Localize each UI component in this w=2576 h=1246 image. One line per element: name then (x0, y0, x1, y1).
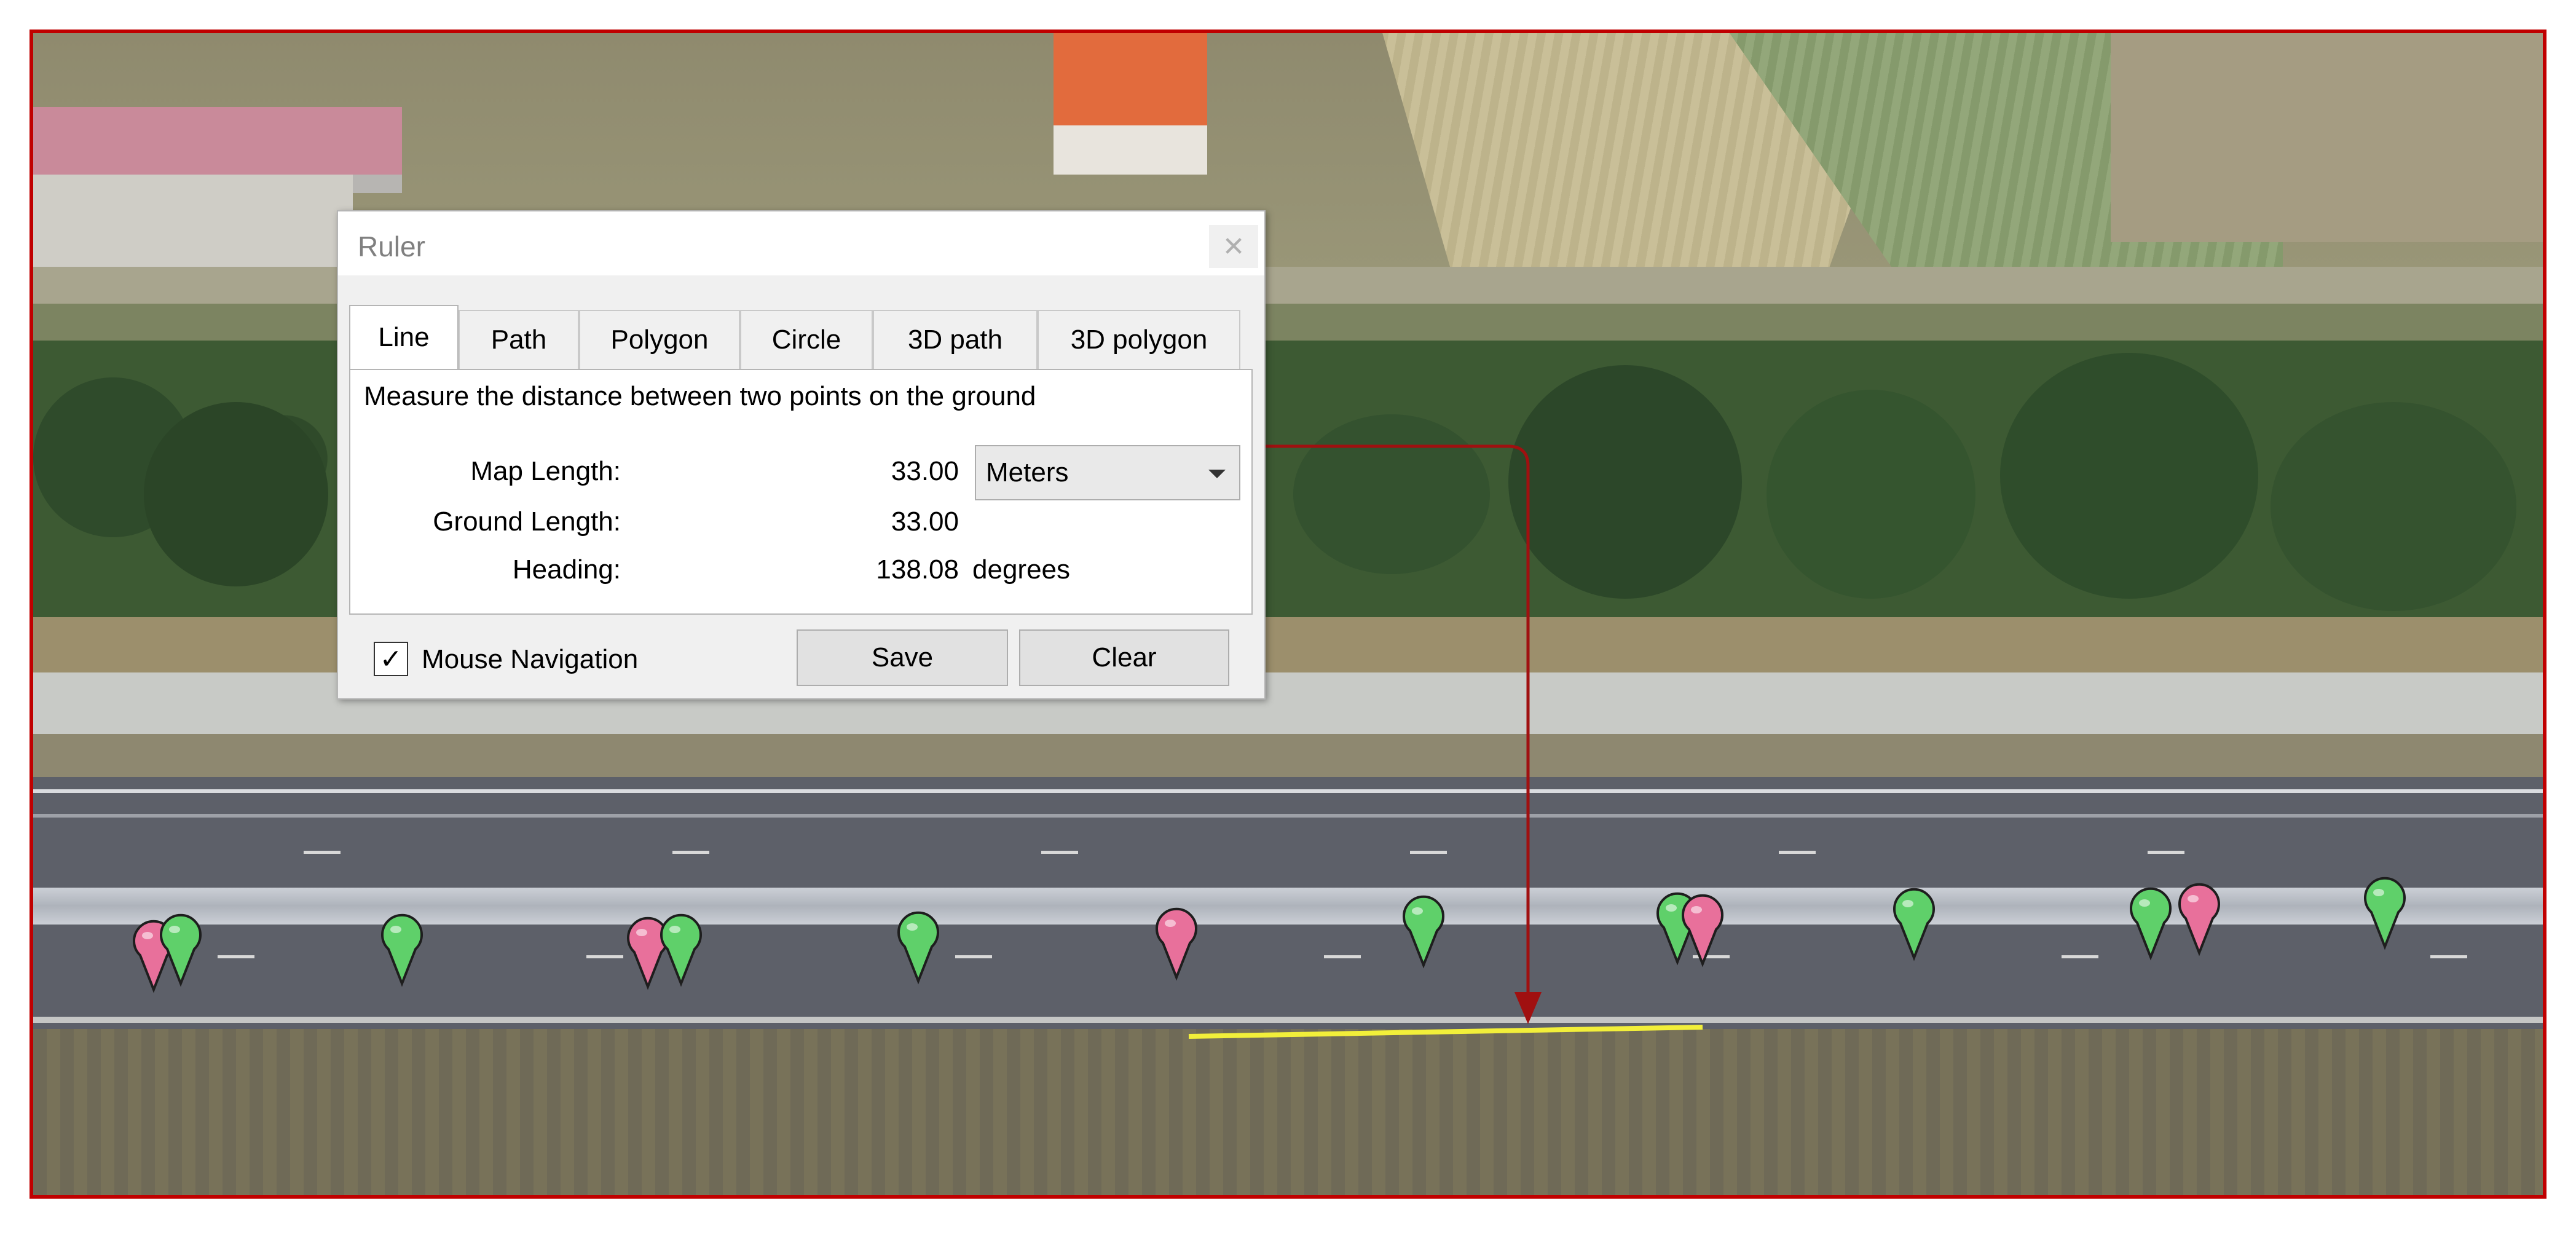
line-tab-panel: Measure the distance between two points … (349, 369, 1253, 615)
units-dropdown[interactable]: Meters (975, 445, 1240, 500)
ground-length-label: Ground Length: (433, 507, 621, 537)
map-placemark-marker[interactable] (1400, 894, 1447, 969)
dialog-titlebar[interactable]: Ruler ✕ (338, 211, 1264, 275)
map-pin-icon (897, 911, 939, 985)
lane-dash (955, 955, 992, 958)
lane-line (33, 814, 2543, 818)
map-length-value: 33.00 (891, 456, 959, 486)
map-pin-icon (1682, 894, 1723, 968)
map-pin-icon (2178, 883, 2220, 956)
lane-dash (586, 955, 623, 958)
checkmark-icon: ✓ (379, 644, 403, 674)
tree (144, 402, 328, 586)
map-pin-icon (1893, 888, 1935, 961)
aerial-map-view[interactable]: Ruler ✕ Line Path Polygon Circle 3D path… (33, 33, 2543, 1195)
map-placemark-marker[interactable] (2127, 886, 2174, 961)
tab-path[interactable]: Path (459, 310, 579, 369)
tree (1767, 390, 1975, 599)
house-roof (1054, 33, 1207, 125)
lane-dash (218, 955, 254, 958)
lane-dash (672, 851, 709, 854)
map-placemark-marker[interactable] (895, 910, 942, 985)
dialog-title: Ruler (358, 231, 425, 262)
map-pin-icon (660, 913, 702, 987)
map-placemark-marker[interactable] (379, 912, 425, 987)
heading-unit: degrees (972, 554, 1071, 585)
lane-dash (1410, 851, 1447, 854)
map-pin-icon (381, 913, 423, 987)
road-verge (33, 734, 2543, 777)
heading-value: 138.08 (876, 554, 959, 585)
tab-3d-path[interactable]: 3D path (873, 310, 1038, 369)
lane-dash (304, 851, 341, 854)
lane-line (33, 789, 2543, 793)
close-icon: ✕ (1222, 231, 1245, 262)
map-pin-icon (1156, 907, 1197, 981)
mouse-navigation-label[interactable]: Mouse Navigation (422, 644, 638, 675)
road-shoulder (33, 1017, 2543, 1023)
lane-dash (2430, 955, 2467, 958)
tree (1508, 365, 1742, 599)
tree (2000, 353, 2258, 599)
map-pin-icon (160, 913, 202, 987)
chevron-down-icon (1208, 470, 1226, 478)
map-length-label: Map Length: (470, 456, 621, 486)
units-selected-value: Meters (986, 457, 1069, 487)
map-placemark-marker[interactable] (1891, 886, 1937, 961)
close-button[interactable]: ✕ (1209, 225, 1258, 268)
map-pin-icon (1403, 895, 1444, 969)
ruler-dialog: Ruler ✕ Line Path Polygon Circle 3D path… (337, 210, 1266, 700)
tree (2271, 402, 2516, 611)
lane-dash (1779, 851, 1816, 854)
map-placemark-marker[interactable] (2361, 875, 2408, 950)
tab-description: Measure the distance between two points … (364, 381, 1036, 411)
map-pin-icon (2130, 887, 2172, 961)
lane-dash (2148, 851, 2184, 854)
crop-field (2111, 33, 2543, 242)
tab-line[interactable]: Line (349, 305, 459, 369)
ground-length-value: 33.00 (891, 507, 959, 537)
lane-dash (2062, 955, 2098, 958)
map-placemark-marker[interactable] (157, 912, 204, 987)
map-placemark-marker[interactable] (2176, 881, 2223, 956)
tab-3d-polygon[interactable]: 3D polygon (1038, 310, 1240, 369)
tab-polygon[interactable]: Polygon (579, 310, 740, 369)
clear-button[interactable]: Clear (1019, 629, 1229, 686)
tab-circle[interactable]: Circle (740, 310, 873, 369)
paved-lot (33, 175, 353, 273)
map-placemark-marker[interactable] (1679, 893, 1726, 968)
tree (1293, 414, 1490, 574)
tab-bar: Line Path Polygon Circle 3D path 3D poly… (349, 305, 1253, 370)
ground-strip (33, 1029, 2543, 1195)
heading-label: Heading: (512, 554, 621, 585)
figure-frame: Ruler ✕ Line Path Polygon Circle 3D path… (30, 30, 2546, 1199)
map-placemark-marker[interactable] (658, 912, 704, 987)
map-pin-icon (2364, 877, 2406, 950)
lane-dash (1041, 851, 1078, 854)
save-button[interactable]: Save (797, 629, 1008, 686)
map-placemark-marker[interactable] (1153, 906, 1200, 981)
mouse-navigation-checkbox[interactable]: ✓ (374, 642, 408, 676)
lane-dash (1324, 955, 1361, 958)
